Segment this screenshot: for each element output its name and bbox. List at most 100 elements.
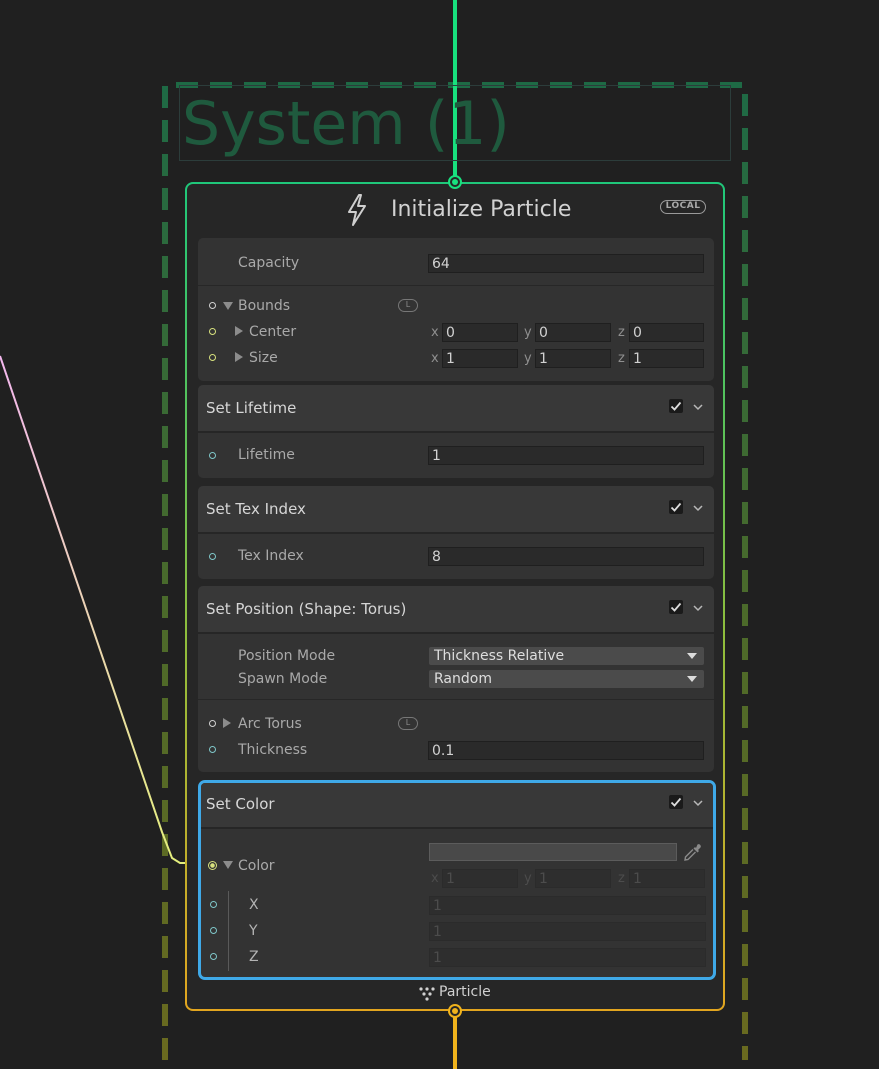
- set-color-title: Set Color: [206, 795, 275, 813]
- color-y-port[interactable]: [210, 927, 217, 934]
- set-tex-index-enabled-checkbox[interactable]: [669, 500, 683, 514]
- set-position-block[interactable]: Set Position (Shape: Torus) Position Mod…: [198, 586, 714, 772]
- divider: [198, 699, 714, 700]
- hierarchy-line: [228, 891, 229, 971]
- center-z-field[interactable]: 0: [629, 323, 704, 342]
- size-port[interactable]: [209, 354, 216, 361]
- check-icon: [670, 797, 682, 807]
- set-lifetime-title: Set Lifetime: [206, 399, 297, 417]
- lifetime-port[interactable]: [209, 452, 216, 459]
- color-y-sub-field[interactable]: 1: [429, 922, 706, 941]
- set-position-header[interactable]: Set Position (Shape: Torus): [198, 586, 714, 634]
- color-x-label: X: [249, 897, 259, 913]
- size-label: Size: [249, 350, 278, 366]
- space-badge[interactable]: LOCAL: [660, 200, 706, 214]
- lightning-icon: [348, 194, 366, 226]
- color-z-label: Z: [249, 949, 259, 965]
- size-expand-icon[interactable]: [235, 352, 243, 362]
- capacity-field[interactable]: 64: [428, 254, 704, 273]
- thickness-label: Thickness: [238, 742, 308, 758]
- chevron-down-icon[interactable]: [692, 401, 704, 413]
- color-input-edge: [0, 355, 212, 864]
- color-z-sub-field[interactable]: 1: [429, 948, 706, 967]
- color-x-sub-field[interactable]: 1: [429, 896, 706, 915]
- size-x-axis: x: [431, 351, 439, 366]
- color-label: Color: [238, 858, 275, 874]
- lifetime-field[interactable]: 1: [428, 446, 704, 465]
- thickness-field[interactable]: 0.1: [428, 741, 704, 760]
- tex-index-field[interactable]: 8: [428, 547, 704, 566]
- color-x-port[interactable]: [210, 901, 217, 908]
- position-mode-value: Thickness Relative: [434, 648, 565, 664]
- check-icon: [670, 502, 682, 512]
- lifetime-label: Lifetime: [238, 447, 295, 463]
- spawn-mode-value: Random: [434, 671, 492, 687]
- tex-index-port[interactable]: [209, 553, 216, 560]
- size-x-field[interactable]: 1: [442, 349, 518, 368]
- color-y-field[interactable]: 1: [535, 869, 611, 888]
- bounds-expand-icon[interactable]: [223, 302, 233, 310]
- divider: [198, 285, 714, 286]
- set-tex-index-title: Set Tex Index: [206, 500, 306, 518]
- size-y-field[interactable]: 1: [535, 349, 611, 368]
- capacity-label: Capacity: [238, 255, 300, 271]
- arc-torus-port[interactable]: [209, 720, 216, 727]
- set-position-enabled-checkbox[interactable]: [669, 600, 683, 614]
- set-color-header[interactable]: Set Color: [201, 783, 713, 829]
- bounds-port[interactable]: [209, 302, 216, 309]
- size-z-field[interactable]: 1: [629, 349, 704, 368]
- set-tex-index-header[interactable]: Set Tex Index: [198, 486, 714, 534]
- dropdown-arrow-icon: [687, 653, 697, 659]
- center-y-axis: y: [524, 325, 532, 340]
- color-z-port[interactable]: [210, 953, 217, 960]
- color-z-field[interactable]: 1: [629, 869, 705, 888]
- set-tex-index-block[interactable]: Set Tex Index Tex Index 8: [198, 486, 714, 579]
- tex-index-label: Tex Index: [238, 548, 304, 564]
- flow-input-port[interactable]: [448, 175, 462, 189]
- context-settings-panel: Capacity 64 Bounds L Center x 0 y 0 z 0 …: [198, 238, 714, 381]
- position-mode-label: Position Mode: [238, 648, 336, 664]
- color-port[interactable]: [208, 861, 217, 870]
- set-color-enabled-checkbox[interactable]: [669, 795, 683, 809]
- dropdown-arrow-icon: [687, 676, 697, 682]
- color-expand-icon[interactable]: [223, 861, 233, 869]
- spawn-mode-dropdown[interactable]: Random: [429, 670, 704, 688]
- size-y-axis: y: [524, 351, 532, 366]
- output-type-label: Particle: [439, 984, 491, 1000]
- position-mode-dropdown[interactable]: Thickness Relative: [429, 647, 704, 665]
- chevron-down-icon[interactable]: [692, 602, 704, 614]
- bounds-space-badge[interactable]: L: [398, 299, 418, 312]
- bounds-label: Bounds: [238, 298, 291, 314]
- set-lifetime-block[interactable]: Set Lifetime Lifetime 1: [198, 385, 714, 478]
- flow-output-port[interactable]: [448, 1004, 462, 1018]
- center-label: Center: [249, 324, 297, 340]
- thickness-port[interactable]: [209, 746, 216, 753]
- eyedropper-icon[interactable]: [682, 842, 702, 862]
- center-port[interactable]: [209, 328, 216, 335]
- initialize-particle-context[interactable]: Initialize Particle LOCAL Capacity 64 Bo…: [185, 182, 725, 1011]
- color-y-axis: y: [524, 871, 532, 886]
- color-x-field[interactable]: 1: [442, 869, 518, 888]
- center-expand-icon[interactable]: [235, 326, 243, 336]
- chevron-down-icon[interactable]: [692, 502, 704, 514]
- set-position-title: Set Position (Shape: Torus): [206, 600, 407, 618]
- check-icon: [670, 602, 682, 612]
- color-x-axis: x: [431, 871, 439, 886]
- particle-icon: [419, 987, 435, 1001]
- color-z-axis: z: [618, 871, 625, 886]
- color-swatch-field[interactable]: [429, 843, 677, 861]
- system-title[interactable]: System (1): [179, 85, 731, 161]
- center-x-field[interactable]: 0: [442, 323, 518, 342]
- center-z-axis: z: [618, 325, 625, 340]
- arc-torus-expand-icon[interactable]: [223, 718, 231, 728]
- center-y-field[interactable]: 0: [535, 323, 611, 342]
- set-lifetime-header[interactable]: Set Lifetime: [198, 385, 714, 433]
- arc-torus-label: Arc Torus: [238, 716, 302, 732]
- context-title: Initialize Particle: [391, 197, 572, 222]
- set-color-block[interactable]: Set Color Color x 1 y 1 z 1 X 1 Y 1 Z 1: [198, 780, 716, 980]
- set-lifetime-enabled-checkbox[interactable]: [669, 399, 683, 413]
- chevron-down-icon[interactable]: [692, 797, 704, 809]
- arc-torus-space-badge[interactable]: L: [398, 717, 418, 730]
- context-header[interactable]: Initialize Particle LOCAL: [187, 184, 723, 236]
- spawn-mode-label: Spawn Mode: [238, 671, 328, 687]
